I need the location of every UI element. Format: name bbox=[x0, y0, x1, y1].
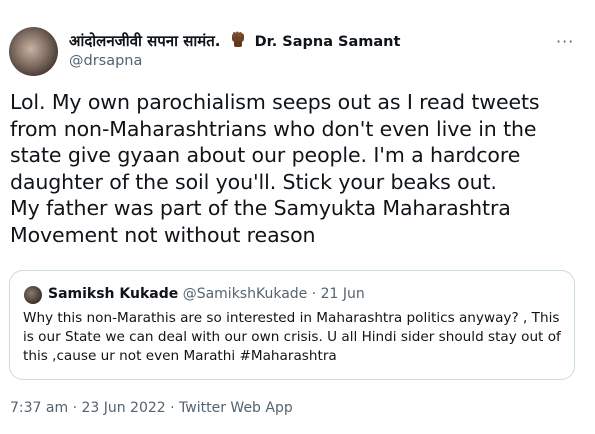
author-handle[interactable]: @drsapna bbox=[69, 53, 142, 69]
author-name-latin: Dr. Sapna Samant bbox=[254, 34, 401, 50]
tweet-text: Lol. My own parochialism seeps out as I … bbox=[10, 89, 590, 248]
quoted-text-line: is our State we can deal with our own cr… bbox=[23, 329, 561, 345]
quoted-tweet-text: Why this non-Marathis are so interested … bbox=[23, 309, 571, 366]
tweet: आंदोलनजीवी सपना सामंत. Dr. Sapna Samant … bbox=[0, 0, 595, 434]
tweet-text-line: My father was part of the Samyukta Mahar… bbox=[10, 196, 511, 220]
quoted-tweet[interactable]: Samiksh Kukade @SamikshKukade · 21 Jun W… bbox=[9, 270, 575, 380]
separator-dot: · bbox=[170, 400, 175, 416]
quoted-text-line: Why this non-Marathis are so interested … bbox=[23, 310, 560, 326]
quoted-author-handle[interactable]: @SamikshKukade bbox=[183, 286, 308, 302]
tweet-text-line: Movement not without reason bbox=[10, 222, 316, 247]
quoted-author-name[interactable]: Samiksh Kukade bbox=[48, 286, 178, 302]
quoted-tweet-date[interactable]: 21 Jun bbox=[321, 286, 365, 302]
separator-dot: · bbox=[72, 400, 78, 416]
tweet-source[interactable]: Twitter Web App bbox=[179, 400, 293, 416]
tweet-time[interactable]: 7:37 am bbox=[10, 400, 68, 416]
quoted-text-line: this ,cause ur not even Marathi #Maharas… bbox=[23, 348, 337, 364]
raised-fist-icon bbox=[229, 30, 247, 52]
tweet-date[interactable]: 23 Jun 2022 bbox=[81, 400, 165, 416]
author-avatar[interactable] bbox=[9, 27, 58, 76]
separator-dot: · bbox=[311, 286, 317, 302]
tweet-text-line: state give gyaan about our people. I'm a… bbox=[10, 143, 521, 167]
tweet-text-line: from non-Maharashtrians who don't even l… bbox=[10, 116, 537, 141]
tweet-text-line: daughter of the soil you'll. Stick your … bbox=[10, 169, 497, 194]
author-name[interactable]: आंदोलनजीवी सपना सामंत. Dr. Sapna Samant bbox=[69, 30, 400, 52]
tweet-text-line: Lol. My own parochialism seeps out as I … bbox=[10, 90, 540, 114]
author-name-devanagari: आंदोलनजीवी सपना सामंत. bbox=[69, 32, 221, 50]
quoted-tweet-header: Samiksh Kukade @SamikshKukade · 21 Jun bbox=[48, 286, 365, 302]
quoted-author-avatar[interactable] bbox=[24, 286, 42, 304]
more-options-icon[interactable]: ··· bbox=[556, 32, 574, 51]
tweet-metadata: 7:37 am · 23 Jun 2022 · Twitter Web App bbox=[10, 400, 293, 416]
